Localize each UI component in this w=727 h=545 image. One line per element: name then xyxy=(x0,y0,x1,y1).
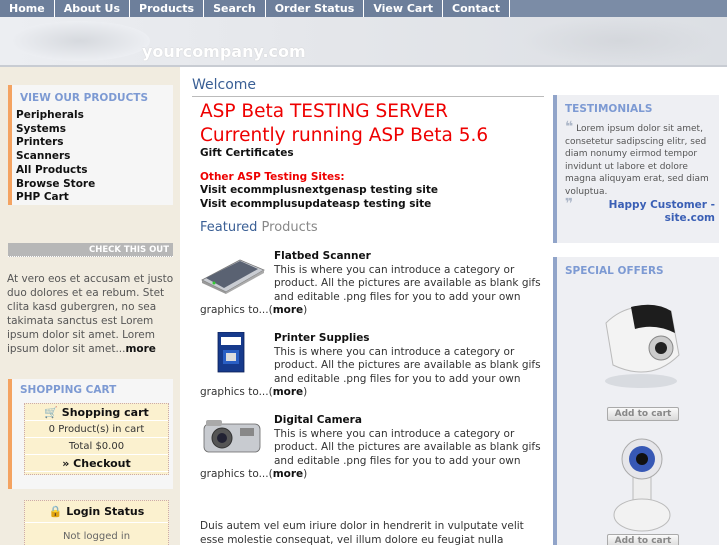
banner: yourcompany.com xyxy=(0,17,727,65)
checkout-link[interactable]: » Checkout xyxy=(25,455,168,472)
nav-search[interactable]: Search xyxy=(204,0,266,17)
testimonial-author-name: Happy Customer - xyxy=(608,199,715,211)
cart-icon: 🛒 xyxy=(44,406,58,419)
featured-products-title: Featured Products xyxy=(200,220,318,235)
product-item: Printer Supplies This is where you can i… xyxy=(200,331,545,400)
nav-contact[interactable]: Contact xyxy=(443,0,510,17)
close-quote-icon: ❞ xyxy=(565,196,574,212)
more-close-paren: ) xyxy=(303,304,308,317)
testimonial-body: Lorem ipsum dolor sit amet, consetetur s… xyxy=(565,124,709,197)
cart-header[interactable]: 🛒 Shopping cart xyxy=(25,404,168,421)
testimonial-author-site[interactable]: site.com xyxy=(609,212,715,225)
banner-decoration xyxy=(520,17,720,65)
category-all-products[interactable]: All Products xyxy=(16,164,173,178)
testimonial-author: Happy Customer - site.com xyxy=(609,199,715,225)
lock-icon: 🔒 xyxy=(48,505,63,518)
gift-certificates-link[interactable]: Gift Certificates xyxy=(200,147,294,159)
title-divider xyxy=(192,96,544,97)
visit-update-link[interactable]: Visit ecommplusupdateasp testing site xyxy=(200,198,431,210)
categories-title: VIEW OUR PRODUCTS xyxy=(20,92,149,104)
more-close-paren: ) xyxy=(303,386,308,399)
site-logo[interactable]: yourcompany.com xyxy=(142,42,306,61)
open-quote-icon: ❝ xyxy=(565,119,574,135)
page-title: Welcome xyxy=(192,77,257,93)
body-text: Duis autem vel eum iriure dolor in hendr… xyxy=(200,520,524,545)
nav-home[interactable]: Home xyxy=(0,0,55,17)
other-sites-title: Other ASP Testing Sites: xyxy=(200,171,345,183)
product-item: Flatbed Scanner This is where you can in… xyxy=(200,250,545,318)
more-close-paren: ) xyxy=(303,468,308,481)
add-to-cart-button[interactable]: Add to cart xyxy=(607,407,679,421)
nav-view-cart[interactable]: View Cart xyxy=(364,0,444,17)
category-peripherals[interactable]: Peripherals xyxy=(16,109,173,123)
right-column: TESTIMONIALS ❝ Lorem ipsum dolor sit ame… xyxy=(553,95,727,545)
products-word: Products xyxy=(261,220,318,235)
printer-supplies-image[interactable] xyxy=(200,331,266,376)
headline-line-1: ASP Beta TESTING SERVER xyxy=(200,101,448,122)
category-printers[interactable]: Printers xyxy=(16,136,173,150)
login-status-header: 🔒 Login Status xyxy=(25,501,168,523)
banner-decoration xyxy=(10,21,150,61)
category-list: Peripherals Systems Printers Scanners Al… xyxy=(12,109,173,205)
featured-word: Featured xyxy=(200,220,258,235)
login-state: Not logged in xyxy=(62,531,131,542)
categories-box: VIEW OUR PRODUCTS Peripherals Systems Pr… xyxy=(8,85,173,205)
login-status-box: 🔒 Login Status Not logged in xyxy=(24,500,169,545)
top-nav: Home About Us Products Search Order Stat… xyxy=(0,0,727,17)
product-item: Digital Camera This is where you can int… xyxy=(200,414,545,482)
testimonials-box: TESTIMONIALS ❝ Lorem ipsum dolor sit ame… xyxy=(553,95,719,243)
testimonials-title: TESTIMONIALS xyxy=(565,103,653,115)
special-offers-box: SPECIAL OFFERS Add to cart Add to cart xyxy=(553,257,719,545)
cart-label: Shopping cart xyxy=(61,406,149,419)
product-more-link[interactable]: more xyxy=(273,304,303,316)
category-php-cart[interactable]: PHP Cart xyxy=(16,191,173,205)
cart-summary: 🛒 Shopping cart 0 Product(s) in cart Tot… xyxy=(24,403,169,475)
scanner-image[interactable] xyxy=(200,250,266,294)
category-scanners[interactable]: Scanners xyxy=(16,150,173,164)
nav-about-us[interactable]: About Us xyxy=(55,0,131,17)
page: Home About Us Products Search Order Stat… xyxy=(0,0,727,545)
product-more-link[interactable]: more xyxy=(273,468,303,480)
headline-line-2: Currently running ASP Beta 5.6 xyxy=(200,125,489,146)
visit-nextgen-link[interactable]: Visit ecommplusnextgenasp testing site xyxy=(200,184,438,196)
digital-camera-image[interactable] xyxy=(200,414,266,458)
category-browse-store[interactable]: Browse Store xyxy=(16,178,173,192)
nav-order-status[interactable]: Order Status xyxy=(266,0,365,17)
check-this-out-more-link[interactable]: more xyxy=(125,343,155,355)
product-more-link[interactable]: more xyxy=(273,386,303,398)
nav-filler xyxy=(509,0,727,17)
headline: ASP Beta TESTING SERVER Currently runnin… xyxy=(200,100,545,148)
check-this-out-text: At vero eos et accusam et justo duo dolo… xyxy=(7,272,175,356)
webcam-1-image[interactable] xyxy=(591,293,691,396)
cart-count: 0 Product(s) in cart xyxy=(25,421,168,438)
login-status-title: Login Status xyxy=(66,505,145,518)
add-to-cart-button[interactable]: Add to cart xyxy=(607,534,679,545)
shopping-cart-title: SHOPPING CART xyxy=(20,384,117,396)
nav-products[interactable]: Products xyxy=(130,0,205,17)
special-offers-title: SPECIAL OFFERS xyxy=(565,265,664,277)
category-systems[interactable]: Systems xyxy=(16,123,173,137)
cart-total: Total $0.00 xyxy=(25,438,168,455)
check-this-out-title: CHECK THIS OUT xyxy=(8,243,173,257)
webcam-2-image[interactable] xyxy=(607,435,677,538)
